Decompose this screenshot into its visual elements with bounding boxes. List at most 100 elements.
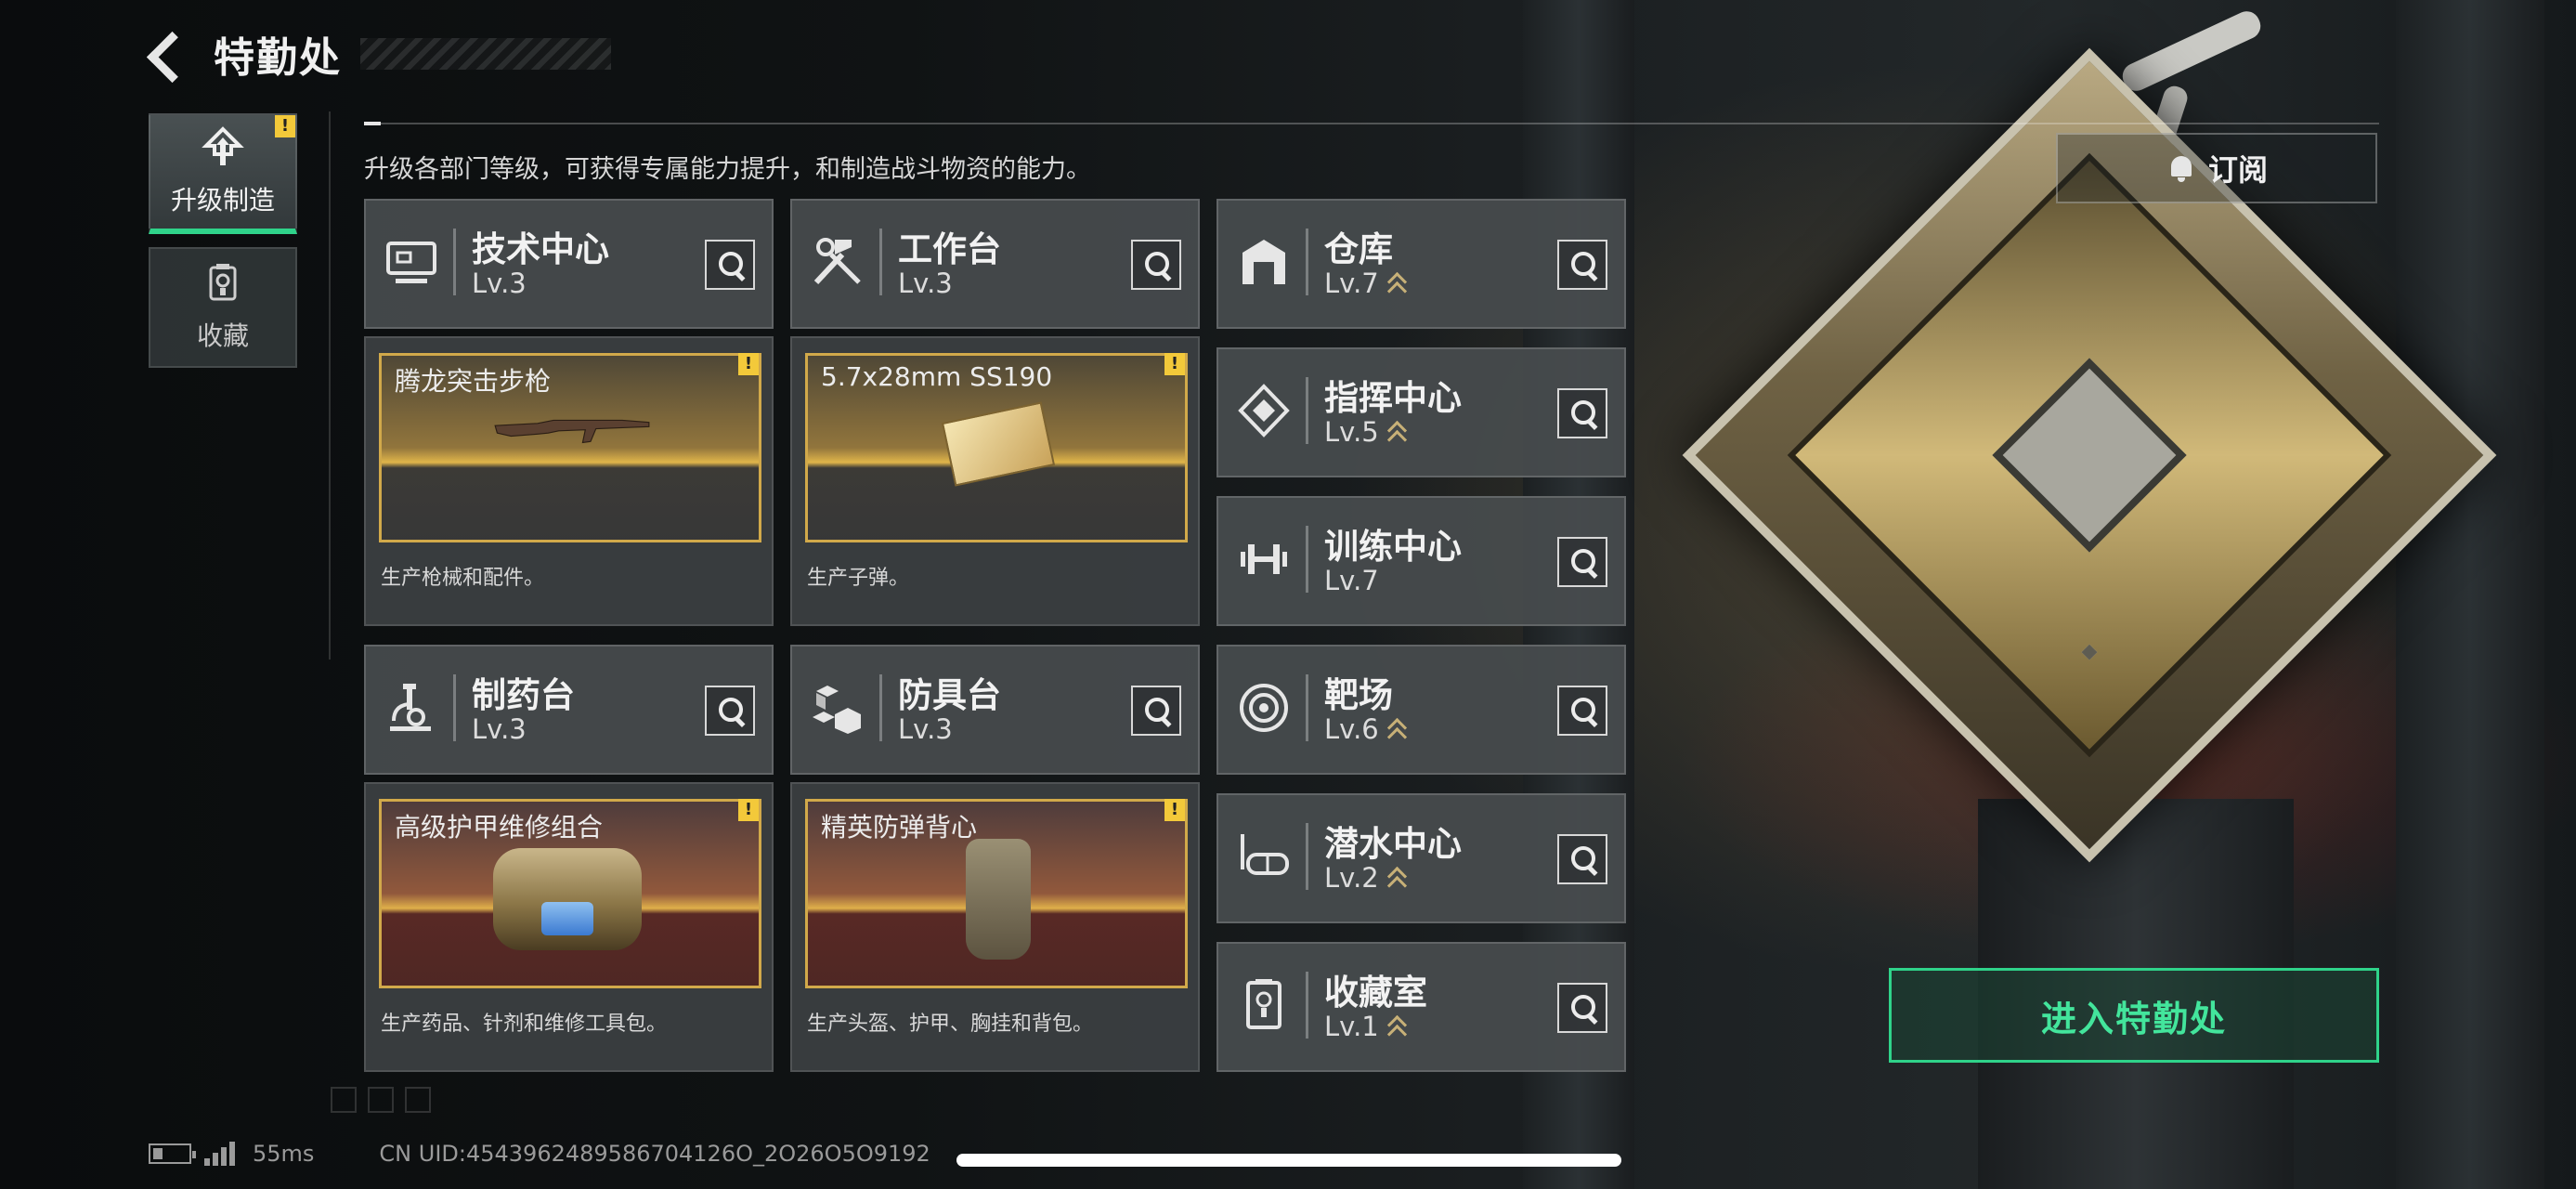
card-separator [1306, 972, 1308, 1039]
upgrade-chevron-icon [1386, 271, 1407, 295]
dept-card-collection-room[interactable]: 收藏室 Lv.1 [1216, 942, 1626, 1072]
product-image: 精英防弹背心 [805, 799, 1188, 988]
upgrade-icon [202, 126, 244, 169]
dept-card-command-center[interactable]: 指挥中心 Lv.5 [1216, 347, 1626, 477]
dept-card-workbench[interactable]: 工作台 Lv.3 [790, 199, 1200, 329]
dept-level-text: Lv.2 [1324, 862, 1379, 894]
upgrade-chevron-icon [1386, 717, 1407, 741]
dept-level-text: Lv.5 [1324, 416, 1379, 448]
dept-level-text: Lv.6 [1324, 713, 1379, 745]
dept-card-tech-center[interactable]: 技术中心 Lv.3 [364, 199, 774, 329]
subscribe-label: 订阅 [2207, 152, 2268, 188]
dept-name: 潜水中心 [1324, 824, 1462, 864]
dept-level: Lv.1 [1324, 1011, 1407, 1042]
alert-badge: ! [1164, 353, 1185, 375]
nav-item-collection[interactable]: 收藏 [149, 247, 297, 368]
dept-card-pharmacy[interactable]: 制药台 Lv.3 [364, 645, 774, 775]
upgrade-chevron-icon [1386, 1014, 1407, 1039]
search-icon[interactable] [705, 686, 755, 736]
dept-level-text: Lv.3 [472, 268, 527, 299]
dept-name: 技术中心 [472, 229, 609, 269]
product-title: 高级护甲维修组合 [395, 812, 604, 843]
production-card-workbench[interactable]: 5.7x28mm SS190 ! 生产子弹。 [790, 336, 1200, 626]
dept-card-warehouse[interactable]: 仓库 Lv.7 [1216, 199, 1626, 329]
search-icon[interactable] [1557, 537, 1607, 587]
search-icon[interactable] [705, 240, 755, 290]
product-title: 5.7x28mm SS190 [821, 361, 1053, 392]
decoration [331, 1087, 357, 1113]
subscribe-button[interactable]: 订阅 [2056, 133, 2377, 203]
production-card-pharmacy[interactable]: 高级护甲维修组合 ! 生产药品、针剂和维修工具包。 [364, 782, 774, 1072]
title-decoration [360, 38, 611, 70]
dept-level: Lv.3 [898, 713, 953, 745]
home-indicator[interactable] [956, 1154, 1621, 1167]
enter-button-label: 进入特勤处 [2040, 998, 2227, 1039]
divider [364, 122, 2379, 125]
uid-text: CN UID:4543962489586704126O_2O26O5O9192 [379, 1141, 930, 1167]
card-separator [879, 674, 882, 741]
dept-level: Lv.5 [1324, 416, 1407, 448]
card-separator [879, 229, 882, 295]
search-icon[interactable] [1131, 686, 1181, 736]
search-icon[interactable] [1557, 388, 1607, 438]
card-separator [453, 229, 456, 295]
decoration [368, 1087, 394, 1113]
hammer-wrench-icon [811, 234, 865, 290]
search-icon[interactable] [1557, 240, 1607, 290]
product-description: 生产药品、针剂和维修工具包。 [381, 1013, 668, 1036]
search-icon[interactable] [1131, 240, 1181, 290]
dept-level: Lv.7 [1324, 268, 1407, 299]
diving-mask-icon [1237, 829, 1291, 884]
card-separator [1306, 526, 1308, 593]
search-icon[interactable] [1557, 686, 1607, 736]
production-card-tech-center[interactable]: 腾龙突击步枪 ! 生产枪械和配件。 [364, 336, 774, 626]
product-description: 生产头盔、护甲、胸挂和背包。 [807, 1013, 1094, 1036]
cubes-icon [811, 680, 865, 736]
alert-badge: ! [1164, 799, 1185, 821]
search-icon[interactable] [1557, 983, 1607, 1033]
trophy-icon [1237, 977, 1291, 1033]
alert-badge: ! [738, 799, 759, 821]
product-image: 5.7x28mm SS190 [805, 353, 1188, 542]
dept-card-diving-center[interactable]: 潜水中心 Lv.2 [1216, 793, 1626, 923]
nav-item-label: 升级制造 [170, 185, 275, 216]
divider [329, 111, 331, 660]
dept-level: Lv.3 [472, 268, 527, 299]
nav-item-label: 收藏 [196, 320, 249, 351]
dept-name: 防具台 [898, 675, 1001, 715]
card-separator [1306, 674, 1308, 741]
ping-text: 55ms [253, 1141, 315, 1167]
dept-name: 仓库 [1324, 229, 1393, 269]
dept-level: Lv.3 [472, 713, 527, 745]
dept-level-text: Lv.7 [1324, 268, 1379, 299]
target-icon [1237, 680, 1291, 736]
enter-button[interactable]: 进入特勤处 [1889, 968, 2379, 1063]
back-arrow-icon[interactable] [149, 30, 193, 78]
dept-level-text: Lv.3 [898, 713, 953, 745]
dept-level-text: Lv.1 [1324, 1011, 1379, 1042]
search-icon[interactable] [1557, 834, 1607, 884]
header: 特勤处 [149, 26, 611, 82]
upgrade-chevron-icon [1386, 420, 1407, 444]
product-title: 精英防弹背心 [821, 812, 978, 843]
collection-icon [202, 262, 244, 305]
dept-name: 收藏室 [1324, 973, 1427, 1013]
ammo-box-icon [941, 401, 1056, 487]
signal-icon [204, 1142, 238, 1166]
vest-icon [966, 839, 1031, 960]
nav-item-upgrade[interactable]: 升级制造 ! [149, 113, 297, 234]
diamond-target-icon [1237, 383, 1291, 438]
repair-kit-icon [493, 848, 642, 950]
production-card-armor-bench[interactable]: 精英防弹背心 ! 生产头盔、护甲、胸挂和背包。 [790, 782, 1200, 1072]
dept-card-shooting-range[interactable]: 靶场 Lv.6 [1216, 645, 1626, 775]
card-separator [453, 674, 456, 741]
dept-name: 靶场 [1324, 675, 1393, 715]
computer-icon [384, 234, 438, 290]
dept-card-training-center[interactable]: 训练中心 Lv.7 [1216, 496, 1626, 626]
dept-card-armor-bench[interactable]: 防具台 Lv.3 [790, 645, 1200, 775]
product-image: 腾龙突击步枪 [379, 353, 761, 542]
card-separator [1306, 377, 1308, 444]
dept-level-text: Lv.7 [1324, 565, 1379, 596]
dept-level-text: Lv.3 [472, 713, 527, 745]
dept-level: Lv.2 [1324, 862, 1407, 894]
